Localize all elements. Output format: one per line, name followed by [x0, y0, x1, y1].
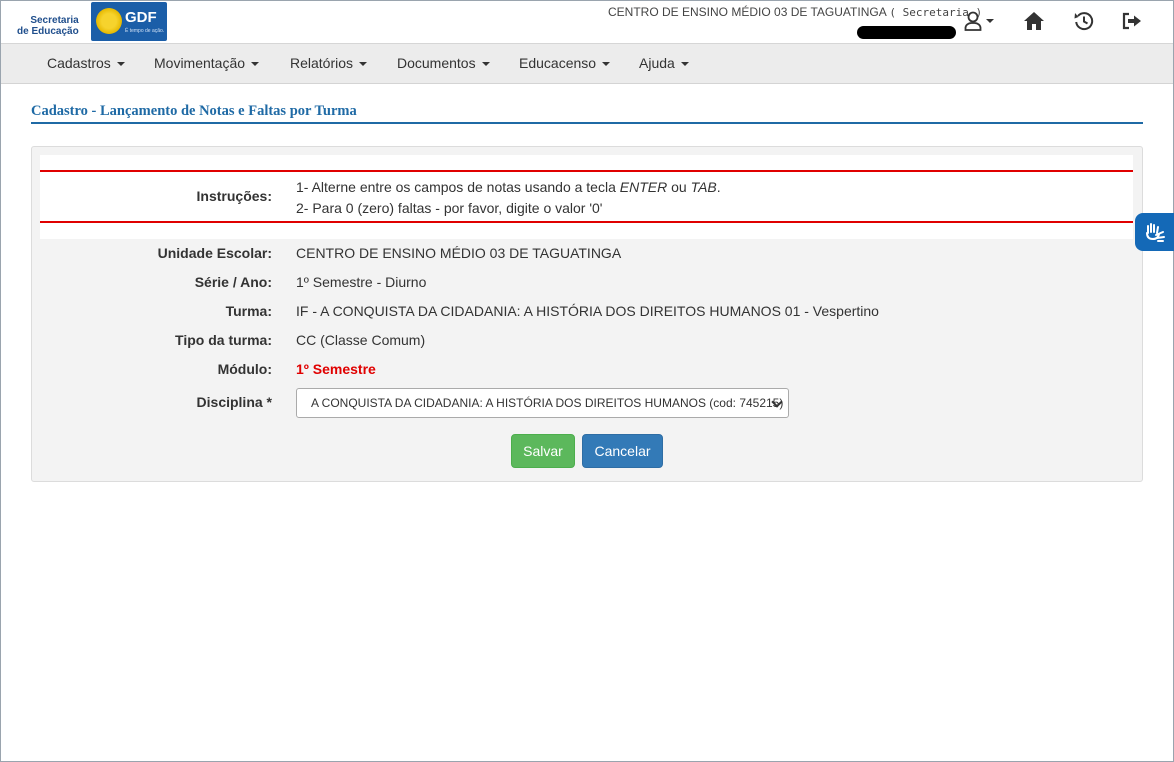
- main-navbar: Cadastros Movimentação Relatórios Docume…: [1, 44, 1173, 84]
- home-icon: [1024, 12, 1044, 30]
- logo-line1: Secretaria: [30, 15, 79, 26]
- redacted-username: [857, 26, 956, 39]
- accessibility-button[interactable]: [1135, 213, 1174, 251]
- nav-ajuda[interactable]: Ajuda: [639, 55, 689, 71]
- history-button[interactable]: [1073, 9, 1095, 33]
- instructions-top-rule: [40, 170, 1133, 172]
- school-name-text: CENTRO DE ENSINO MÉDIO 03 DE TAGUATINGA: [608, 5, 887, 19]
- logout-icon: [1122, 12, 1141, 30]
- chevron-down-icon: [251, 62, 260, 67]
- save-button[interactable]: Salvar: [511, 434, 575, 468]
- modulo-label: Módulo:: [217, 361, 272, 377]
- serie-value: 1º Semestre - Diurno: [296, 274, 427, 290]
- turma-value: IF - A CONQUISTA DA CIDADANIA: A HISTÓRI…: [296, 303, 879, 319]
- gdf-logo-subtitle: É tempo de ação.: [125, 28, 165, 34]
- header-school-name: CENTRO DE ENSINO MÉDIO 03 DE TAGUATINGA …: [608, 5, 982, 19]
- nav-label: Documentos: [397, 55, 476, 71]
- nav-label: Educacenso: [519, 55, 597, 71]
- chevron-down-icon: [986, 19, 994, 23]
- top-bar: Secretaria de Educação GDF É tempo de aç…: [1, 1, 1173, 44]
- disciplina-select[interactable]: A CONQUISTA DA CIDADANIA: A HISTÓRIA DOS…: [296, 388, 789, 418]
- serie-label: Série / Ano:: [194, 274, 272, 290]
- page-title: Cadastro - Lançamento de Notas e Faltas …: [31, 103, 357, 119]
- secretaria-logo[interactable]: Secretaria de Educação: [17, 15, 79, 37]
- chevron-down-icon: [481, 62, 490, 67]
- instructions-bottom-rule: [40, 221, 1133, 223]
- tipo-turma-value: CC (Classe Comum): [296, 332, 426, 348]
- modulo-value: 1º Semestre: [296, 361, 376, 377]
- nav-label: Relatórios: [290, 55, 354, 71]
- chevron-down-icon: [602, 62, 611, 67]
- user-menu-button[interactable]: [962, 9, 996, 33]
- cancel-button[interactable]: Cancelar: [582, 434, 663, 468]
- user-icon: [964, 11, 982, 31]
- title-divider: [31, 122, 1143, 124]
- instruction-text: ou: [667, 179, 691, 195]
- instruction-text: 1- Alterne entre os campos de notas usan…: [296, 179, 620, 195]
- turma-label: Turma:: [225, 303, 272, 319]
- unidade-value: CENTRO DE ENSINO MÉDIO 03 DE TAGUATINGA: [296, 245, 622, 261]
- key-enter: ENTER: [619, 179, 668, 195]
- instruction-text: .: [716, 179, 721, 195]
- tipo-turma-label: Tipo da turma:: [175, 332, 272, 348]
- sign-language-icon: [1145, 223, 1165, 242]
- nav-movimentacao[interactable]: Movimentação: [154, 55, 260, 71]
- instructions-label: Instruções:: [196, 188, 272, 204]
- nav-relatorios[interactable]: Relatórios: [290, 55, 368, 71]
- nav-cadastros[interactable]: Cadastros: [47, 55, 125, 71]
- gdf-logo[interactable]: GDF É tempo de ação.: [91, 2, 167, 41]
- nav-documentos[interactable]: Documentos: [397, 55, 490, 71]
- history-icon: [1074, 12, 1094, 31]
- disciplina-selected-value: A CONQUISTA DA CIDADANIA: A HISTÓRIA DOS…: [311, 396, 784, 410]
- disciplina-label: Disciplina *: [196, 394, 272, 410]
- key-tab: TAB: [690, 179, 717, 195]
- nav-label: Cadastros: [47, 55, 111, 71]
- instruction-line-1: 1- Alterne entre os campos de notas usan…: [296, 177, 721, 198]
- instructions-text: 1- Alterne entre os campos de notas usan…: [296, 177, 721, 219]
- nav-label: Movimentação: [154, 55, 246, 71]
- logout-button[interactable]: [1121, 9, 1143, 33]
- nav-label: Ajuda: [639, 55, 675, 71]
- chevron-down-icon: [116, 62, 125, 67]
- gdf-logo-text: GDF: [125, 9, 157, 26]
- unidade-label: Unidade Escolar:: [157, 245, 272, 261]
- logo-line2: de Educação: [17, 26, 79, 37]
- nav-educacenso[interactable]: Educacenso: [519, 55, 611, 71]
- home-button[interactable]: [1022, 9, 1046, 33]
- instruction-line-2: 2- Para 0 (zero) faltas - por favor, dig…: [296, 200, 603, 216]
- chevron-down-icon: [680, 62, 689, 67]
- flower-icon: [96, 8, 122, 34]
- chevron-down-icon: [359, 62, 368, 67]
